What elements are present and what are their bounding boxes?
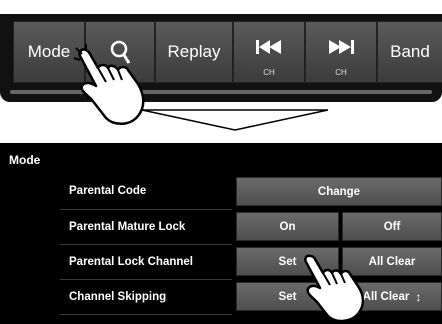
replay-button-label: Replay <box>167 42 221 61</box>
mature-lock-off-button[interactable]: Off <box>342 212 442 241</box>
source-control-toolbar: Mode Replay CH CH Band <box>0 14 442 102</box>
change-button[interactable]: Change <box>236 177 442 206</box>
channel-up-button[interactable]: CH <box>305 21 377 83</box>
channel-down-button[interactable]: CH <box>233 21 305 83</box>
skip-next-icon <box>327 39 355 55</box>
down-arrow-icon <box>141 109 329 131</box>
hand-pointer-icon <box>73 44 145 125</box>
hand-pointer-icon <box>304 254 365 323</box>
mature-lock-on-button[interactable]: On <box>236 212 339 241</box>
row-divider <box>60 279 232 280</box>
all-clear-button-label: All Clear <box>368 255 416 268</box>
band-button[interactable]: Band <box>377 21 442 83</box>
row-label-channel-skipping: Channel Skipping <box>69 291 167 303</box>
on-button-label: On <box>279 220 296 233</box>
change-button-label: Change <box>317 185 361 198</box>
mode-settings-menu: Mode Parental Code Change Parental Matur… <box>0 143 442 324</box>
row-divider <box>60 314 232 315</box>
band-button-label: Band <box>390 42 430 61</box>
off-button-label: Off <box>383 220 401 233</box>
row-divider <box>60 209 232 210</box>
mode-button-label: Mode <box>27 42 71 61</box>
set-button-label: Set <box>278 255 297 268</box>
clipped-heading <box>0 0 48 8</box>
menu-title: Mode <box>9 153 41 167</box>
replay-button[interactable]: Replay <box>155 21 233 83</box>
channel-up-sub-label: CH <box>335 68 347 77</box>
row-label-parental-lock-channel: Parental Lock Channel <box>69 256 193 268</box>
row-label-parental-mature-lock: Parental Mature Lock <box>69 221 186 233</box>
scroll-arrows-icon[interactable]: ↕ <box>415 290 421 304</box>
channel-down-sub-label: CH <box>263 68 275 77</box>
row-divider <box>60 244 232 245</box>
set-button-label: Set <box>278 290 297 303</box>
row-label-parental-code: Parental Code <box>69 185 147 197</box>
skip-previous-icon <box>255 39 283 55</box>
